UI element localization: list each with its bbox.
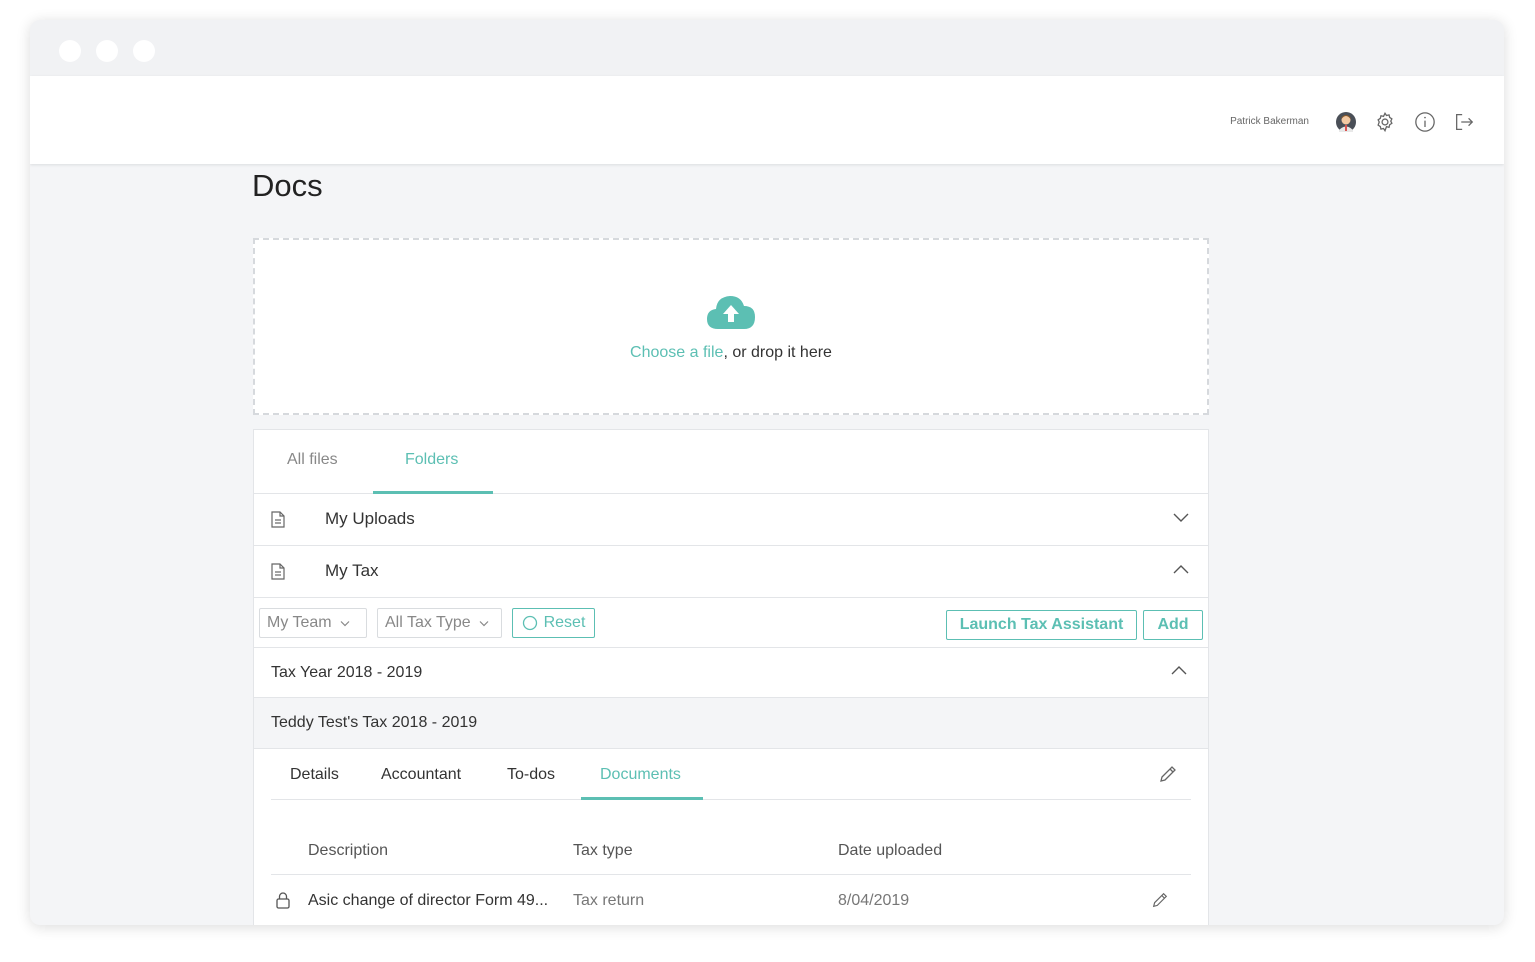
tab-documents[interactable]: Documents xyxy=(600,766,681,784)
launch-tax-assistant-button[interactable]: Launch Tax Assistant xyxy=(946,610,1137,640)
info-icon[interactable] xyxy=(1413,110,1437,134)
username-label: Patrick Bakerman xyxy=(1230,116,1309,127)
logout-icon[interactable] xyxy=(1452,110,1476,134)
document-description[interactable]: Asic change of director Form 49... xyxy=(308,892,548,910)
avatar[interactable] xyxy=(1334,110,1358,134)
chevron-down-icon xyxy=(340,620,350,626)
reset-button[interactable]: Reset xyxy=(512,608,595,638)
tab-to-dos[interactable]: To-dos xyxy=(507,766,555,784)
tab-accountant[interactable]: Accountant xyxy=(381,766,461,784)
folder-row-my-uploads[interactable]: My Uploads xyxy=(254,494,1208,546)
tax-return-detail: Details Accountant To-dos Documents Desc… xyxy=(271,749,1191,925)
edit-pencil-icon[interactable] xyxy=(1151,891,1169,914)
team-select-value: My Team xyxy=(267,614,332,631)
window-close-dot[interactable] xyxy=(59,40,81,62)
app-header: Patrick Bakerman xyxy=(30,76,1504,164)
documents-table-header: Description Tax type Date uploaded xyxy=(271,800,1191,875)
tax-type-select[interactable]: All Tax Type xyxy=(377,608,502,638)
chevron-down-icon xyxy=(479,620,489,626)
gear-icon[interactable] xyxy=(1373,110,1397,134)
dropzone-rest-text: , or drop it here xyxy=(723,344,832,361)
window-minimize-dot[interactable] xyxy=(96,40,118,62)
dropzone-text: Choose a file, or drop it here xyxy=(255,344,1207,362)
document-tax-type: Tax return xyxy=(573,892,645,909)
chevron-up-icon[interactable] xyxy=(1170,663,1188,681)
team-select[interactable]: My Team xyxy=(259,608,367,638)
browser-window: Patrick Bakerman Docs Choose a file, or … xyxy=(30,20,1504,925)
choose-file-link[interactable]: Choose a file xyxy=(630,344,723,361)
tab-folders[interactable]: Folders xyxy=(405,451,458,469)
files-tabs: All files Folders xyxy=(254,430,1208,494)
tax-return-header[interactable]: Teddy Test's Tax 2018 - 2019 xyxy=(254,698,1208,749)
file-dropzone[interactable]: Choose a file, or drop it here xyxy=(253,238,1209,415)
document-date-uploaded: 8/04/2019 xyxy=(838,892,910,909)
folder-name: My Tax xyxy=(325,561,379,580)
page-title: Docs xyxy=(252,168,323,203)
folder-name: My Uploads xyxy=(325,509,415,528)
tax-return-label: Teddy Test's Tax 2018 - 2019 xyxy=(271,714,478,731)
files-panel: All files Folders My Uploads My Tax My T… xyxy=(253,429,1209,925)
window-maximize-dot[interactable] xyxy=(133,40,155,62)
add-button[interactable]: Add xyxy=(1143,610,1203,640)
tax-type-select-value: All Tax Type xyxy=(385,614,471,631)
column-description: Description xyxy=(308,842,389,859)
folder-row-my-tax[interactable]: My Tax xyxy=(254,546,1208,598)
tab-all-files[interactable]: All files xyxy=(287,451,338,469)
filter-bar: My Team All Tax Type Reset Launch Tax As… xyxy=(254,598,1208,648)
document-icon xyxy=(271,511,285,533)
circle-icon xyxy=(522,615,537,631)
edit-pencil-icon[interactable] xyxy=(1158,764,1178,789)
document-icon xyxy=(271,563,285,585)
reset-label: Reset xyxy=(543,614,586,631)
lock-icon xyxy=(275,891,291,914)
tax-year-label: Tax Year 2018 - 2019 xyxy=(271,664,423,681)
column-tax-type: Tax type xyxy=(573,842,633,859)
chevron-down-icon[interactable] xyxy=(1172,510,1190,528)
chevron-up-icon[interactable] xyxy=(1172,562,1190,580)
tax-year-row[interactable]: Tax Year 2018 - 2019 xyxy=(254,648,1208,698)
cloud-upload-icon xyxy=(705,292,757,335)
tab-details[interactable]: Details xyxy=(290,766,339,784)
title-bar xyxy=(30,20,1504,76)
tax-return-tabs: Details Accountant To-dos Documents xyxy=(271,749,1191,800)
table-row[interactable]: Asic change of director Form 49... Tax r… xyxy=(271,875,1191,925)
column-date-uploaded: Date uploaded xyxy=(838,842,943,859)
